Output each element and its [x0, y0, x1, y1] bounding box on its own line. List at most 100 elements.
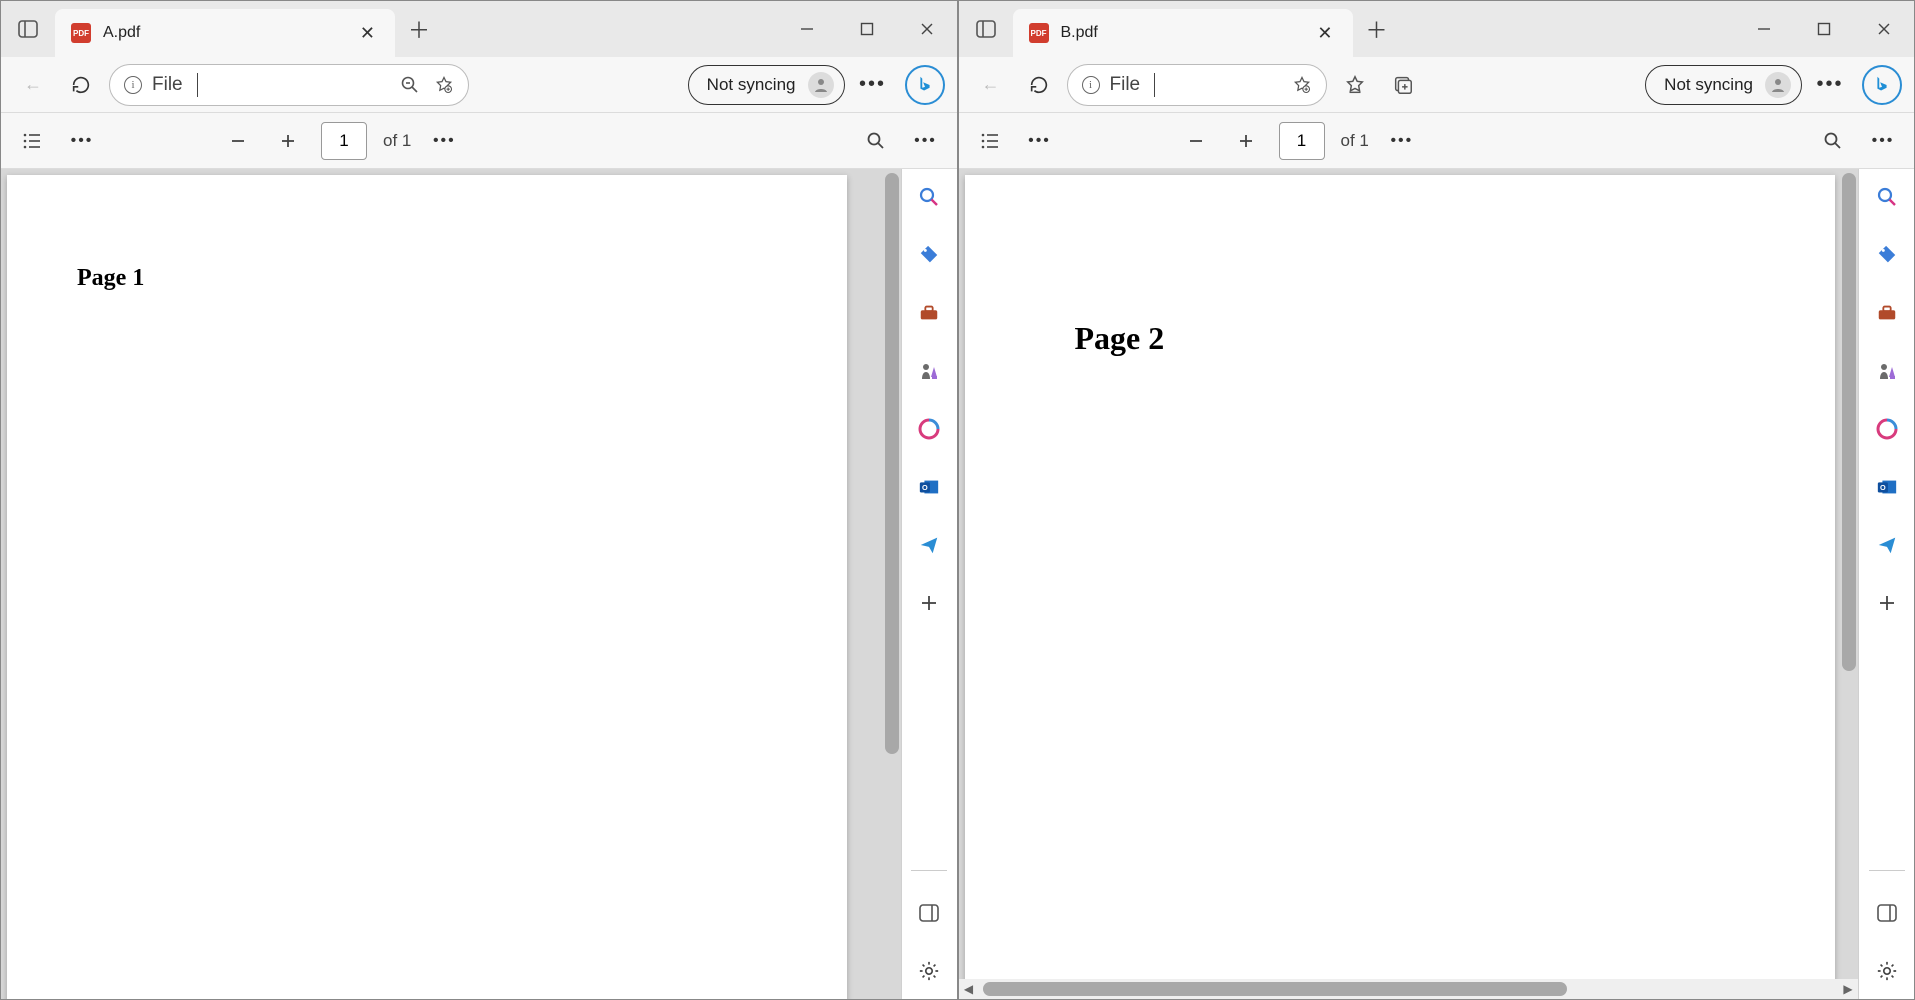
- vertical-scrollbar[interactable]: [1842, 173, 1856, 671]
- add-sidebar-icon[interactable]: [913, 587, 945, 619]
- pdf-page-text: Page 2: [1075, 320, 1725, 357]
- profile-avatar-icon: [808, 72, 834, 98]
- pdf-page-more-button[interactable]: •••: [1385, 124, 1419, 158]
- site-info-icon[interactable]: i: [1082, 76, 1100, 94]
- tab-title: B.pdf: [1061, 24, 1302, 42]
- close-tab-button[interactable]: ✕: [356, 19, 379, 48]
- profile-sync-button[interactable]: Not syncing: [688, 65, 845, 105]
- games-sidebar-icon[interactable]: [1871, 355, 1903, 387]
- page-count-label: of 1: [1341, 131, 1369, 151]
- scroll-right-arrow-icon[interactable]: ▶: [1838, 982, 1858, 996]
- outlook-sidebar-icon[interactable]: O: [1871, 471, 1903, 503]
- page-number-input[interactable]: [321, 122, 367, 160]
- app-menu-button[interactable]: •••: [1810, 65, 1850, 105]
- svg-text:O: O: [1880, 483, 1886, 492]
- find-button[interactable]: [859, 124, 893, 158]
- sync-label: Not syncing: [1664, 75, 1753, 95]
- pdf-page: Page 2: [965, 175, 1835, 999]
- pdf-page: Page 1: [7, 175, 847, 999]
- pdf-icon: PDF: [1029, 23, 1049, 43]
- find-button[interactable]: [1816, 124, 1850, 158]
- tools-sidebar-icon[interactable]: [913, 297, 945, 329]
- tab-actions-button[interactable]: [1, 1, 55, 57]
- close-window-button[interactable]: [897, 1, 957, 57]
- new-tab-button[interactable]: ＋: [395, 1, 443, 57]
- contents-button[interactable]: [15, 124, 49, 158]
- collections-button[interactable]: [1383, 65, 1423, 105]
- favorites-button[interactable]: [1335, 65, 1375, 105]
- horizontal-scroll-thumb[interactable]: [983, 982, 1568, 996]
- maximize-button[interactable]: [1794, 1, 1854, 57]
- pdf-more-left-button[interactable]: •••: [1023, 124, 1057, 158]
- tab-title: A.pdf: [103, 24, 344, 42]
- titlebar: PDF A.pdf ✕ ＋: [1, 1, 957, 57]
- bing-button[interactable]: [905, 65, 945, 105]
- close-window-button[interactable]: [1854, 1, 1914, 57]
- address-field[interactable]: i File: [1067, 64, 1327, 106]
- scroll-left-arrow-icon[interactable]: ◀: [959, 982, 979, 996]
- shopping-sidebar-icon[interactable]: [913, 239, 945, 271]
- browser-tab[interactable]: PDF A.pdf ✕: [55, 9, 395, 57]
- new-tab-button[interactable]: ＋: [1353, 1, 1401, 57]
- settings-sidebar-icon[interactable]: [1871, 955, 1903, 987]
- pdf-page-text: Page 1: [77, 265, 777, 292]
- site-info-icon[interactable]: i: [124, 76, 142, 94]
- office-sidebar-icon[interactable]: [913, 413, 945, 445]
- pdf-page-more-button[interactable]: •••: [427, 124, 461, 158]
- pdf-toolbar: ••• of 1 ••• •••: [1, 113, 957, 169]
- outlook-sidebar-icon[interactable]: O: [913, 471, 945, 503]
- back-button[interactable]: ←: [971, 65, 1011, 105]
- browser-tab[interactable]: PDF B.pdf ✕: [1013, 9, 1353, 57]
- settings-sidebar-icon[interactable]: [913, 955, 945, 987]
- tools-sidebar-icon[interactable]: [1871, 297, 1903, 329]
- pdf-more-right-button[interactable]: •••: [1866, 124, 1900, 158]
- minimize-button[interactable]: [777, 1, 837, 57]
- shopping-sidebar-icon[interactable]: [1871, 239, 1903, 271]
- pdf-icon: PDF: [71, 23, 91, 43]
- svg-text:O: O: [922, 483, 928, 492]
- search-sidebar-icon[interactable]: [1871, 181, 1903, 213]
- page-count-label: of 1: [383, 131, 411, 151]
- app-menu-button[interactable]: •••: [853, 65, 893, 105]
- address-text: File: [152, 74, 183, 96]
- send-sidebar-icon[interactable]: [1871, 529, 1903, 561]
- bing-button[interactable]: [1862, 65, 1902, 105]
- add-sidebar-icon[interactable]: [1871, 587, 1903, 619]
- search-sidebar-icon[interactable]: [913, 181, 945, 213]
- profile-sync-button[interactable]: Not syncing: [1645, 65, 1802, 105]
- zoom-out-button[interactable]: [1179, 124, 1213, 158]
- pdf-viewport[interactable]: Page 1: [1, 169, 901, 999]
- address-field[interactable]: i File: [109, 64, 469, 106]
- zoom-icon[interactable]: [400, 75, 420, 95]
- hide-sidebar-icon[interactable]: [913, 897, 945, 929]
- horizontal-scrollbar[interactable]: ◀ ▶: [959, 979, 1859, 999]
- contents-button[interactable]: [973, 124, 1007, 158]
- close-tab-button[interactable]: ✕: [1313, 19, 1336, 48]
- send-sidebar-icon[interactable]: [913, 529, 945, 561]
- tab-actions-button[interactable]: [959, 1, 1013, 57]
- browser-window-right: PDF B.pdf ✕ ＋ ← i File Not syncing •••: [958, 0, 1915, 1000]
- pdf-toolbar: ••• of 1 ••• •••: [959, 113, 1915, 169]
- address-bar-row: ← i File Not syncing •••: [959, 57, 1915, 113]
- page-number-input[interactable]: [1279, 122, 1325, 160]
- office-sidebar-icon[interactable]: [1871, 413, 1903, 445]
- browser-window-left: PDF A.pdf ✕ ＋ ← i File Not syncing •••: [0, 0, 958, 1000]
- favorite-icon[interactable]: [1292, 75, 1312, 95]
- text-cursor: [1154, 73, 1155, 97]
- refresh-button[interactable]: [1019, 65, 1059, 105]
- pdf-more-left-button[interactable]: •••: [65, 124, 99, 158]
- minimize-button[interactable]: [1734, 1, 1794, 57]
- back-button[interactable]: ←: [13, 65, 53, 105]
- maximize-button[interactable]: [837, 1, 897, 57]
- zoom-in-button[interactable]: [1229, 124, 1263, 158]
- zoom-in-button[interactable]: [271, 124, 305, 158]
- pdf-more-right-button[interactable]: •••: [909, 124, 943, 158]
- games-sidebar-icon[interactable]: [913, 355, 945, 387]
- sync-label: Not syncing: [707, 75, 796, 95]
- vertical-scrollbar[interactable]: [885, 173, 899, 754]
- favorite-icon[interactable]: [434, 75, 454, 95]
- pdf-viewport[interactable]: Page 2 ◀ ▶: [959, 169, 1859, 999]
- hide-sidebar-icon[interactable]: [1871, 897, 1903, 929]
- refresh-button[interactable]: [61, 65, 101, 105]
- zoom-out-button[interactable]: [221, 124, 255, 158]
